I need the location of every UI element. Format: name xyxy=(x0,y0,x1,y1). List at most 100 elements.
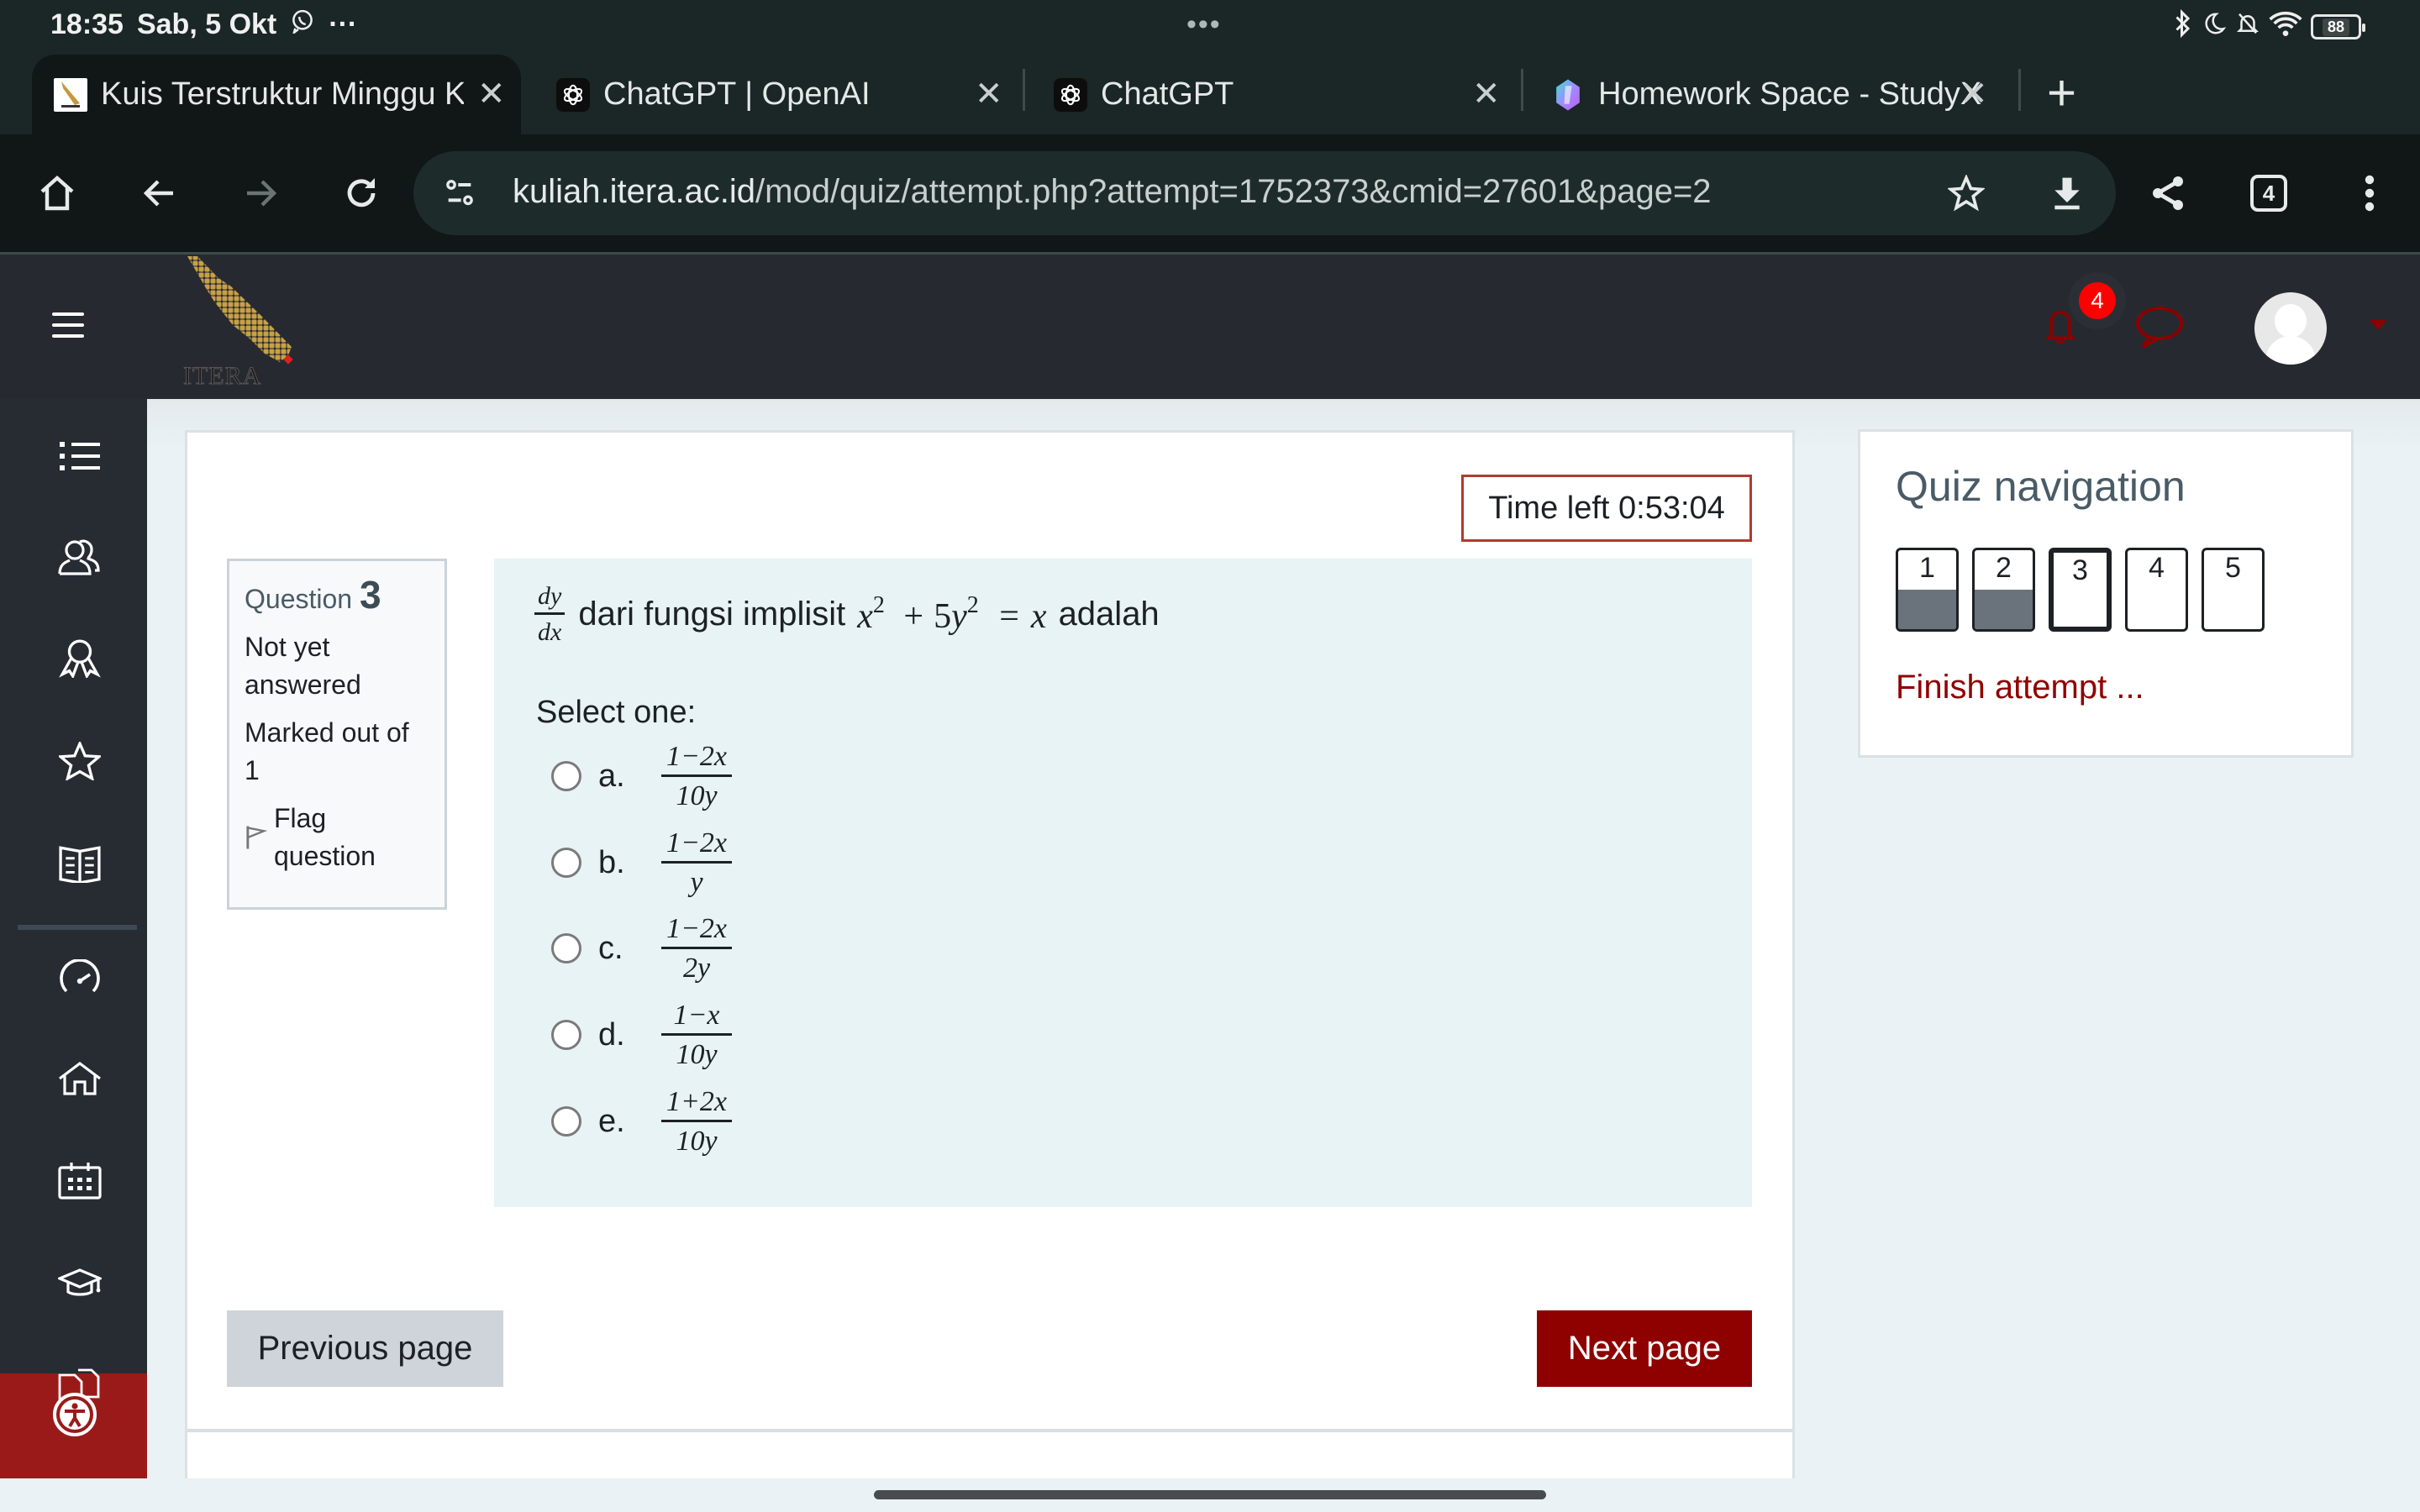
tab-studyx[interactable]: Homework Space - StudyX ✕ xyxy=(1529,55,2008,134)
flag-question-label: Flag question xyxy=(273,803,376,871)
close-tab-icon[interactable]: ✕ xyxy=(477,75,506,113)
radio-e[interactable] xyxy=(551,1106,581,1137)
studyx-favicon xyxy=(1551,78,1585,112)
browser-toolbar: kuliah.itera.ac.id/mod/quiz/attempt.php?… xyxy=(0,134,2420,252)
back-arrow-icon[interactable] xyxy=(134,168,185,218)
tab-title: ChatGPT xyxy=(1101,76,1234,112)
tab-chatgpt[interactable]: ChatGPT ✕ xyxy=(1032,55,1519,134)
question-number-label: 5 xyxy=(2225,552,2241,584)
tab-title: ChatGPT | OpenAI xyxy=(603,76,871,112)
site-settings-icon[interactable] xyxy=(442,176,477,214)
browser-tab-strip: Kuis Terstruktur Minggu Ke- ✕ ChatGPT | … xyxy=(0,52,2420,134)
option-letter: c. xyxy=(598,930,623,966)
quiz-nav-question-4[interactable]: 4 xyxy=(2125,548,2188,632)
side-drawer xyxy=(0,399,147,1478)
accessibility-icon[interactable] xyxy=(52,1392,97,1437)
user-menu-caret-icon[interactable] xyxy=(2370,320,2386,330)
answer-option-c[interactable]: c. 1−2x 2y xyxy=(551,911,732,986)
home-icon[interactable] xyxy=(32,168,82,218)
drawer-divider xyxy=(18,925,137,930)
close-tab-icon[interactable]: ✕ xyxy=(1472,75,1501,113)
dashboard-gauge-icon[interactable] xyxy=(57,953,103,999)
answer-option-b[interactable]: b. 1−2x y xyxy=(551,825,732,900)
quiz-nav-question-3[interactable]: 3 xyxy=(2049,548,2112,632)
radio-a[interactable] xyxy=(551,761,581,791)
tab-count: 4 xyxy=(2250,175,2287,212)
quiz-nav-question-2[interactable]: 2 xyxy=(1972,548,2035,632)
browser-menu-icon[interactable] xyxy=(2344,168,2395,218)
flag-question-link[interactable]: Flag question xyxy=(245,800,429,875)
my-courses-cap-icon[interactable] xyxy=(57,1261,103,1306)
option-fraction: 1−2x y xyxy=(661,827,732,899)
question-suffix: adalah xyxy=(1058,596,1160,633)
gesture-home-indicator[interactable] xyxy=(874,1490,1546,1499)
participants-icon[interactable] xyxy=(57,533,103,579)
grades-book-icon[interactable] xyxy=(57,841,103,886)
option-letter: a. xyxy=(598,758,625,794)
tab-separator xyxy=(1521,69,1523,111)
quiz-nav-question-1[interactable]: 1 xyxy=(1896,548,1959,632)
tab-separator xyxy=(1023,69,1025,111)
tab-switcher-button[interactable]: 4 xyxy=(2244,168,2294,218)
question-number: Question 3 xyxy=(245,573,381,617)
next-page-button[interactable]: Next page xyxy=(1537,1310,1752,1387)
do-not-disturb-icon xyxy=(2202,8,2227,45)
answer-option-e[interactable]: e. 1+2x 10y xyxy=(551,1084,732,1159)
clock: 18:35 xyxy=(50,8,124,40)
option-letter: b. xyxy=(598,844,625,880)
favourites-star-icon[interactable] xyxy=(57,738,103,784)
date: Sab, 5 Okt xyxy=(136,8,277,40)
quiz-navigation-block: Quiz navigation 1 2 3 4 5 Finish attempt ... xyxy=(1858,429,2354,758)
answer-option-a[interactable]: a. 1−2x 10y xyxy=(551,738,732,814)
close-tab-icon[interactable]: ✕ xyxy=(1960,75,1988,113)
question-prefix: dari fungsi implisit xyxy=(578,596,846,633)
bookmark-star-icon[interactable] xyxy=(1946,174,1986,216)
answered-indicator xyxy=(1975,590,2033,629)
forward-arrow-icon[interactable] xyxy=(235,168,286,218)
reload-icon[interactable] xyxy=(336,168,387,218)
notifications-bell-icon[interactable] xyxy=(2042,305,2079,351)
badges-icon[interactable] xyxy=(57,636,103,681)
notification-count-badge[interactable]: 4 xyxy=(2079,282,2116,319)
answered-indicator xyxy=(1898,590,1956,629)
equation: x2 +5y2 = x xyxy=(857,592,1047,636)
tab-chatgpt-openai[interactable]: ChatGPT | OpenAI ✕ xyxy=(534,55,1022,134)
battery-icon: 88 xyxy=(2311,14,2365,39)
hamburger-menu-icon[interactable] xyxy=(52,312,84,345)
close-tab-icon[interactable]: ✕ xyxy=(975,75,1003,113)
finish-attempt-link[interactable]: Finish attempt ... xyxy=(1896,669,2144,706)
user-avatar[interactable] xyxy=(2254,292,2327,365)
course-index-icon[interactable] xyxy=(57,433,103,478)
radio-d[interactable] xyxy=(551,1020,581,1050)
site-home-icon[interactable] xyxy=(57,1056,103,1101)
question-state: Not yet answered xyxy=(245,632,361,700)
option-fraction: 1−x 10y xyxy=(661,1000,732,1071)
option-letter: d. xyxy=(598,1016,625,1053)
tab-kuis[interactable]: Kuis Terstruktur Minggu Ke- ✕ xyxy=(32,55,521,134)
question-number-label: 2 xyxy=(1996,552,2012,584)
quiz-nav-question-5[interactable]: 5 xyxy=(2202,548,2265,632)
openai-favicon xyxy=(1054,77,1087,112)
question-number-label: 3 xyxy=(2072,554,2088,586)
url-text[interactable]: kuliah.itera.ac.id/mod/quiz/attempt.php?… xyxy=(513,173,1712,211)
new-tab-button[interactable]: + xyxy=(2047,64,2076,122)
share-icon[interactable] xyxy=(2143,168,2193,218)
bluetooth-icon xyxy=(2173,8,2193,45)
radio-c[interactable] xyxy=(551,933,581,963)
option-fraction: 1−2x 2y xyxy=(661,913,732,984)
question-grade: Marked out of 1 xyxy=(245,717,409,785)
radio-b[interactable] xyxy=(551,848,581,878)
select-one-label: Select one: xyxy=(536,695,697,730)
multitask-dots[interactable]: ••• xyxy=(1186,8,1222,41)
calendar-icon[interactable] xyxy=(57,1158,103,1204)
question-buttons: 1 2 3 4 5 xyxy=(1896,548,2265,632)
messages-icon[interactable] xyxy=(2134,305,2185,353)
option-fraction: 1+2x 10y xyxy=(661,1086,732,1158)
download-icon[interactable] xyxy=(2049,173,2086,218)
site-navbar: ITERA 4 xyxy=(0,252,2420,399)
question-number-label: 1 xyxy=(1919,552,1935,584)
tab-title: Kuis Terstruktur Minggu Ke- xyxy=(101,76,464,112)
previous-page-button[interactable]: Previous page xyxy=(227,1310,503,1387)
address-bar[interactable]: kuliah.itera.ac.id/mod/quiz/attempt.php?… xyxy=(413,151,2116,235)
answer-option-d[interactable]: d. 1−x 10y xyxy=(551,997,732,1073)
